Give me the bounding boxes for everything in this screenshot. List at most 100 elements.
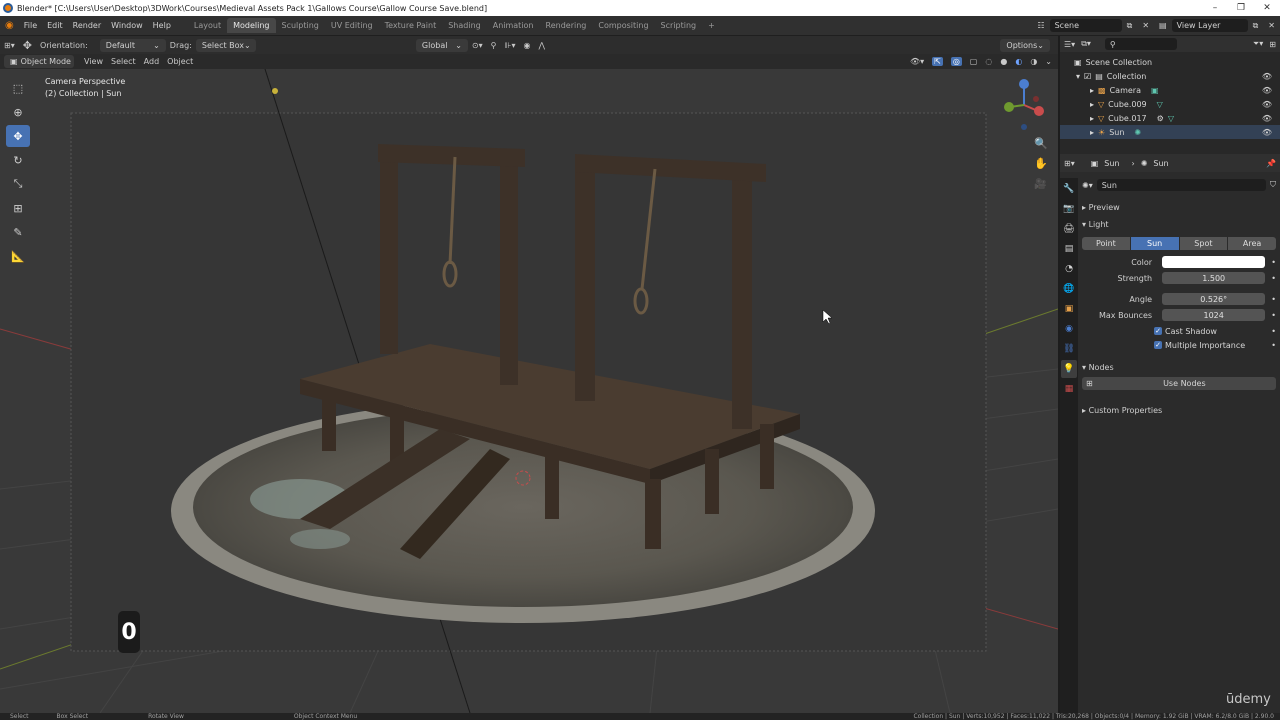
menu-render[interactable]: Render (68, 21, 106, 30)
keyframe-dot-icon[interactable]: • (1271, 327, 1276, 336)
mode-dropdown[interactable]: ▣ Object Mode (4, 55, 74, 68)
tab-animation[interactable]: Animation (487, 18, 540, 33)
eye-icon[interactable]: 👁 (1262, 114, 1272, 123)
minimize-button[interactable]: – (1202, 3, 1228, 13)
outliner-item-sun[interactable]: ▸ ☀ Sun ✺ 👁 (1060, 125, 1280, 139)
multiple-importance-checkbox[interactable]: ✓ Multiple Importance • (1082, 338, 1276, 352)
properties-editor-type-icon[interactable]: ⊞▾ (1064, 159, 1075, 168)
keyframe-dot-icon[interactable]: • (1271, 311, 1276, 320)
keyframe-dot-icon[interactable]: • (1271, 258, 1276, 267)
cursor-tool-icon[interactable]: ⊕ (6, 101, 30, 123)
orientation-dropdown[interactable]: Default ⌄ (99, 38, 166, 52)
xray-toggle-icon[interactable]: ▢ (970, 57, 978, 66)
eye-icon[interactable]: 👁 (1262, 72, 1272, 81)
eye-icon[interactable]: 👁 (1262, 100, 1272, 109)
scale-tool-icon[interactable]: ⤡ (6, 173, 30, 195)
outliner-item-cube-009[interactable]: ▸ ▽ Cube.009 ▽ 👁 (1060, 97, 1280, 111)
maximize-button[interactable]: ❐ (1228, 3, 1254, 13)
pan-hand-icon[interactable]: ✋ (1034, 157, 1048, 170)
use-nodes-button[interactable]: ⊞ Use Nodes (1082, 377, 1276, 390)
preview-panel-header[interactable]: ▸ Preview (1082, 200, 1276, 214)
shading-material-icon[interactable]: ◐ (1015, 57, 1022, 66)
eye-icon[interactable]: 👁 (1262, 86, 1272, 95)
view-layer-delete-icon[interactable]: ✕ (1263, 21, 1280, 30)
checkbox-icon[interactable]: ☑ (1084, 72, 1091, 81)
cast-shadow-checkbox[interactable]: ✓ Cast Shadow • (1082, 324, 1276, 338)
annotate-tool-icon[interactable]: ✎ (6, 221, 30, 243)
world-tab-icon[interactable]: 🌐 (1061, 280, 1077, 298)
outliner-item-cube-017[interactable]: ▸ ▽ Cube.017 ⚙ ▽ 👁 (1060, 111, 1280, 125)
outliner-item-camera[interactable]: ▸ ▩ Camera ▣ 👁 (1060, 83, 1280, 97)
transform-tool-icon[interactable]: ⊞ (6, 197, 30, 219)
object-tab-icon[interactable]: ▣ (1061, 300, 1077, 318)
navigation-gizmo[interactable] (1000, 77, 1048, 133)
light-type-spot[interactable]: Spot (1179, 237, 1228, 250)
view-layer-tab-icon[interactable]: ▤ (1061, 240, 1077, 258)
color-swatch[interactable] (1162, 256, 1266, 268)
shading-wireframe-icon[interactable]: ◌ (985, 57, 992, 66)
tab-compositing[interactable]: Compositing (592, 18, 654, 33)
scene-new-icon[interactable]: ⧉ (1122, 21, 1138, 31)
snap-icon[interactable]: ⚲ (491, 41, 497, 50)
scene-tab-icon[interactable]: ◔ (1061, 260, 1077, 278)
menu-add[interactable]: Add (144, 57, 160, 66)
menu-window[interactable]: Window (106, 21, 148, 30)
editor-type-icon[interactable]: ⊞▾ (4, 41, 15, 50)
outliner-scene-collection[interactable]: ▣ Scene Collection (1060, 55, 1280, 69)
keyframe-dot-icon[interactable]: • (1271, 295, 1276, 304)
outliner-editor-type-icon[interactable]: ☰▾ (1064, 40, 1075, 49)
max-bounces-field[interactable]: 1024 (1162, 309, 1266, 321)
tab-modeling[interactable]: Modeling (227, 18, 276, 33)
options-dropdown[interactable]: Options ⌄ (1000, 38, 1050, 52)
view-layer-field[interactable]: View Layer (1171, 19, 1248, 32)
light-type-point[interactable]: Point (1082, 237, 1130, 250)
menu-object[interactable]: Object (167, 57, 193, 66)
proportional-edit-icon[interactable]: ◉ (523, 41, 530, 50)
tab-sculpting[interactable]: Sculpting (276, 18, 325, 33)
render-tab-icon[interactable]: 📷 (1061, 200, 1077, 218)
overlay-toggle-icon[interactable]: ◎ (950, 57, 962, 66)
transform-orientation-dropdown[interactable]: Global ⌄ (415, 38, 468, 52)
keyframe-dot-icon[interactable]: • (1271, 274, 1276, 283)
tab-layout[interactable]: Layout (188, 18, 227, 33)
3d-viewport[interactable]: Camera Perspective (2) Collection | Sun … (0, 69, 1058, 713)
view-layer-new-icon[interactable]: ⧉ (1248, 21, 1264, 31)
scene-delete-icon[interactable]: ✕ (1137, 21, 1154, 30)
shading-solid-icon[interactable]: ● (1000, 57, 1007, 66)
add-workspace-plus-icon[interactable]: + (702, 18, 721, 33)
light-type-sun[interactable]: Sun (1130, 237, 1179, 250)
menu-view[interactable]: View (84, 57, 103, 66)
pin-icon[interactable]: 📌 (1266, 159, 1276, 168)
outliner-search-input[interactable]: ⚲ (1104, 38, 1177, 50)
new-collection-icon[interactable]: ⊞ (1269, 40, 1276, 49)
tool-tab-icon[interactable]: 🔧 (1061, 180, 1077, 198)
view-layer-icon[interactable]: ▤ (1154, 21, 1172, 30)
filter-icon[interactable]: ⏷▾ (1253, 39, 1263, 49)
tab-scripting[interactable]: Scripting (655, 18, 703, 33)
falloff-icon[interactable]: ⋀ (538, 41, 545, 50)
datablock-name-field[interactable]: Sun (1096, 179, 1266, 191)
scene-browse-icon[interactable]: ☷ (1032, 21, 1049, 30)
camera-view-icon[interactable]: 🎥 (1034, 179, 1046, 190)
nodes-panel-header[interactable]: ▾ Nodes (1082, 360, 1276, 374)
gizmo-toggle-icon[interactable]: ⇱ (932, 57, 943, 66)
scene-field[interactable]: Scene (1049, 19, 1122, 32)
eye-icon[interactable]: 👁 (1262, 128, 1272, 137)
display-mode-icon[interactable]: ⧉▾ (1081, 39, 1091, 49)
light-data-tab-icon[interactable]: 💡 (1061, 360, 1077, 378)
tab-shading[interactable]: Shading (442, 18, 487, 33)
menu-select[interactable]: Select (111, 57, 136, 66)
shading-options-icon[interactable]: ⌄ (1045, 57, 1052, 66)
strength-field[interactable]: 1.500 (1162, 272, 1266, 284)
fake-user-shield-icon[interactable]: ⛉ (1270, 180, 1276, 190)
drag-dropdown[interactable]: Select Box ⌄ (195, 38, 256, 52)
light-datablock-icon[interactable]: ✺▾ (1082, 181, 1093, 190)
move-tool-icon[interactable]: ✥ (6, 125, 30, 147)
light-panel-header[interactable]: ▾ Light (1082, 217, 1276, 231)
menu-edit[interactable]: Edit (42, 21, 68, 30)
measure-tool-icon[interactable]: 📐 (6, 245, 30, 267)
custom-properties-panel-header[interactable]: ▸ Custom Properties (1082, 403, 1276, 417)
menu-help[interactable]: Help (148, 21, 176, 30)
texture-tab-icon[interactable]: ▦ (1061, 380, 1077, 398)
zoom-icon[interactable]: 🔍 (1034, 137, 1048, 150)
